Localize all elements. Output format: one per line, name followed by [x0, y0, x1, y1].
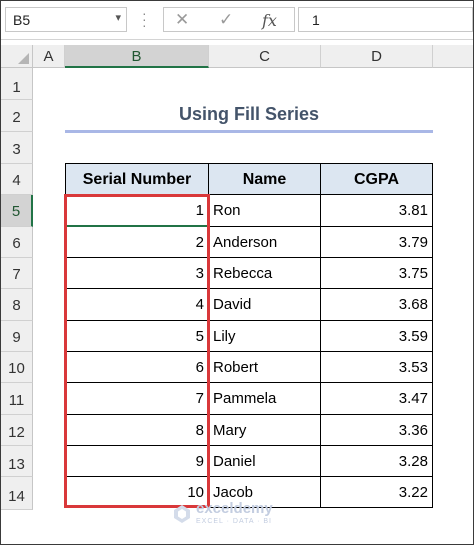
cell-name[interactable]: Daniel	[209, 446, 321, 477]
column-header-d[interactable]: D	[321, 45, 433, 68]
select-all-corner[interactable]	[1, 45, 33, 68]
insert-function-icon[interactable]: fx	[262, 11, 277, 30]
chevron-down-icon[interactable]: ▾	[115, 11, 121, 24]
cell-serial[interactable]: 5	[65, 321, 209, 352]
cell-serial[interactable]: 8	[65, 415, 209, 446]
cell-name[interactable]: David	[209, 289, 321, 321]
row-header[interactable]: 8	[1, 289, 33, 321]
header-cgpa[interactable]: CGPA	[321, 163, 433, 195]
cell-name[interactable]: Lily	[209, 321, 321, 352]
cell-serial[interactable]: 3	[65, 258, 209, 289]
cell-name[interactable]: Mary	[209, 415, 321, 446]
row-header[interactable]: 12	[1, 415, 33, 446]
cell-cgpa[interactable]: 3.81	[321, 195, 433, 227]
cell-serial[interactable]: 4	[65, 289, 209, 321]
watermark-name: exceldemy	[196, 500, 273, 517]
row-header[interactable]: 5	[1, 195, 33, 227]
cell-name[interactable]: Pammela	[209, 383, 321, 415]
cell-cgpa[interactable]: 3.79	[321, 227, 433, 258]
row-header[interactable]: 14	[1, 477, 33, 510]
row-header[interactable]: 10	[1, 352, 33, 383]
row-header[interactable]: 1	[1, 68, 33, 100]
name-box-value: B5	[13, 12, 31, 28]
formula-input[interactable]: 1	[298, 7, 473, 32]
row-header[interactable]: 6	[1, 227, 33, 258]
row-header[interactable]: 9	[1, 321, 33, 352]
column-header-spare	[433, 45, 473, 68]
cancel-icon[interactable]: ✕	[175, 10, 189, 30]
cell-name[interactable]: Anderson	[209, 227, 321, 258]
cell-serial[interactable]: 9	[65, 446, 209, 477]
column-header-a[interactable]: A	[33, 45, 65, 68]
exceldemy-logo-icon	[174, 505, 190, 523]
cell-serial[interactable]: 1	[65, 195, 209, 227]
row-header[interactable]: 4	[1, 164, 33, 195]
cell-cgpa[interactable]: 3.47	[321, 383, 433, 415]
row-header[interactable]: 2	[1, 100, 33, 132]
cell-cgpa[interactable]: 3.28	[321, 446, 433, 477]
cell-serial[interactable]: 6	[65, 352, 209, 383]
cell-cgpa[interactable]: 3.53	[321, 352, 433, 383]
formula-buttons: ✕ ✓ fx	[163, 7, 295, 32]
row-header[interactable]: 13	[1, 446, 33, 477]
header-name[interactable]: Name	[209, 163, 321, 195]
grip-dots-icon[interactable]: · · ·	[142, 6, 147, 32]
row-header[interactable]: 11	[1, 383, 33, 415]
cell-name[interactable]: Ron	[209, 195, 321, 227]
name-box[interactable]: B5 ▾	[5, 7, 127, 32]
cell-name[interactable]: Rebecca	[209, 258, 321, 289]
cell-serial[interactable]: 2	[65, 227, 209, 258]
row-header[interactable]: 7	[1, 258, 33, 289]
enter-icon[interactable]: ✓	[219, 10, 233, 30]
row-header[interactable]: 3	[1, 132, 33, 164]
formula-input-value: 1	[312, 12, 320, 28]
cell-cgpa[interactable]: 3.36	[321, 415, 433, 446]
watermark-tagline: EXCEL · DATA · BI	[196, 518, 272, 525]
cell-serial[interactable]: 7	[65, 383, 209, 415]
column-header-b[interactable]: B	[65, 45, 209, 68]
column-header-c[interactable]: C	[209, 45, 321, 68]
title-underline	[65, 130, 433, 133]
cell-cgpa[interactable]: 3.68	[321, 289, 433, 321]
formula-bar: B5 ▾ · · · ✕ ✓ fx 1	[1, 1, 473, 40]
header-serial-number[interactable]: Serial Number	[65, 163, 209, 195]
cell-cgpa[interactable]: 3.59	[321, 321, 433, 352]
cell-cgpa[interactable]: 3.22	[321, 477, 433, 508]
cell-name[interactable]: Robert	[209, 352, 321, 383]
exceldemy-watermark: exceldemy EXCEL · DATA · BI	[172, 500, 312, 530]
cell-cgpa[interactable]: 3.75	[321, 258, 433, 289]
sheet-title[interactable]: Using Fill Series	[65, 104, 433, 131]
